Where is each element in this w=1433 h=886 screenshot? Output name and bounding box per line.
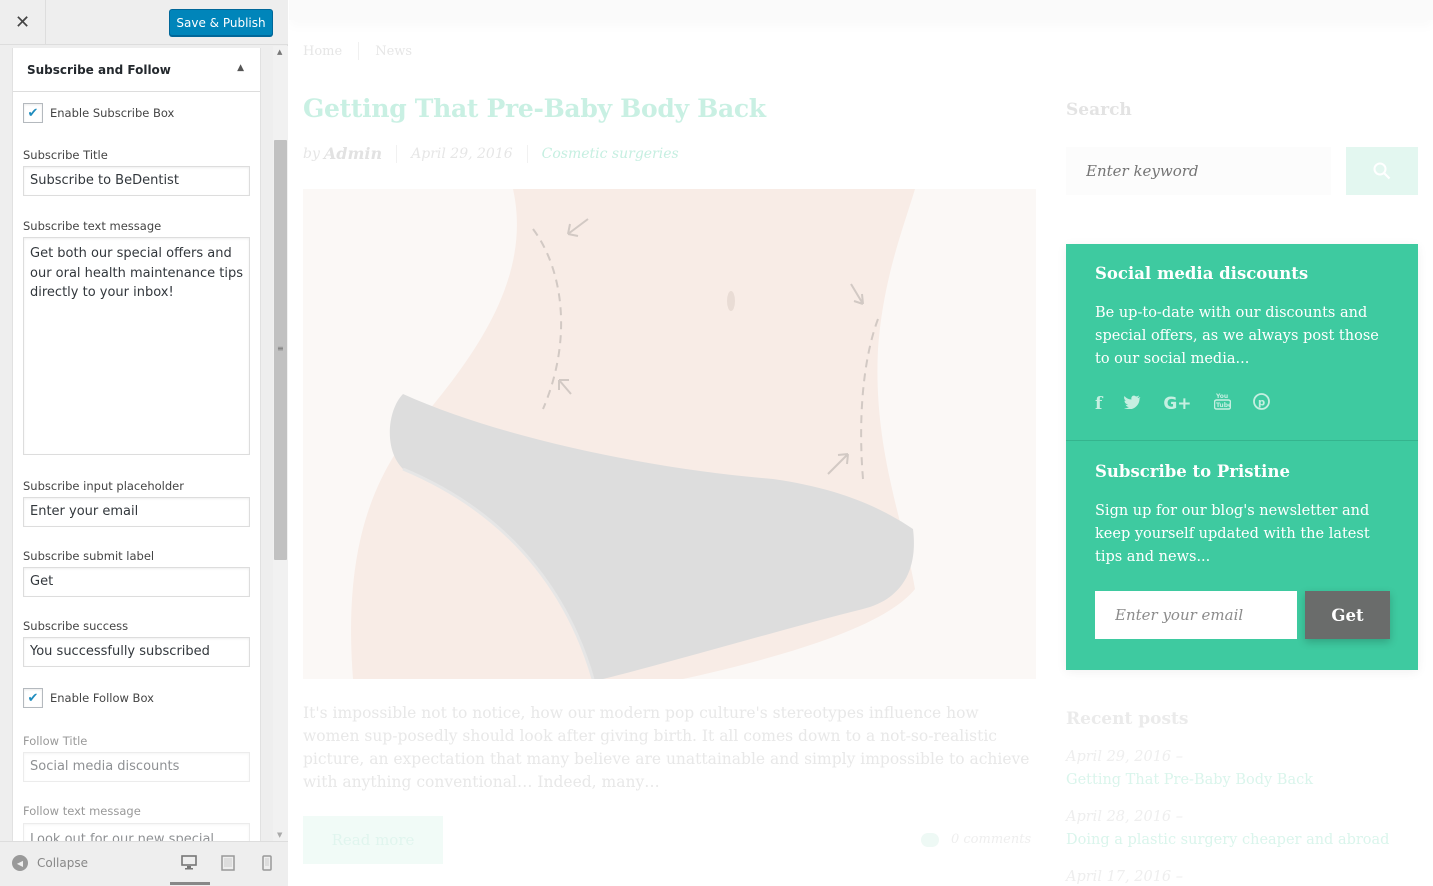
subscribe-get-button[interactable]: Get xyxy=(1305,591,1390,639)
svg-text:You: You xyxy=(1215,393,1228,400)
close-icon[interactable]: ✕ xyxy=(0,0,46,45)
collapse-arrow-icon: ◀ xyxy=(12,855,28,871)
follow-title-label: Follow Title xyxy=(23,734,88,748)
site-header-bar xyxy=(289,0,1433,20)
post-category[interactable]: Cosmetic surgeries xyxy=(542,146,679,162)
save-publish-button[interactable]: Save & Publish xyxy=(169,9,273,36)
breadcrumb-home[interactable]: Home xyxy=(303,44,342,59)
post-excerpt: It's impossible not to notice, how our m… xyxy=(303,704,1030,791)
subscribe-widget-text: Sign up for our blog's newsletter and ke… xyxy=(1095,503,1370,565)
follow-text-textarea[interactable]: Look out for our new special xyxy=(23,823,250,841)
recent-post-date: April 29, 2016 – xyxy=(1066,749,1183,765)
recent-post-item[interactable]: April 28, 2016 – Doing a plastic surgery… xyxy=(1066,806,1389,852)
post-meta: by Admin April 29, 2016 Cosmetic surgeri… xyxy=(303,144,679,163)
recent-post-link[interactable]: Doing a plastic surgery cheaper and abro… xyxy=(1066,829,1389,852)
subscribe-text-label: Subscribe text message xyxy=(23,219,162,233)
read-more-button[interactable]: Read more xyxy=(303,816,443,864)
subscribe-placeholder-label: Subscribe input placeholder xyxy=(23,479,184,493)
breadcrumb-divider xyxy=(358,42,360,60)
subscribe-success-input[interactable]: You successfully subscribed xyxy=(23,637,250,667)
enable-subscribe-label: Enable Subscribe Box xyxy=(50,106,175,120)
post-date: April 29, 2016 xyxy=(411,145,513,162)
subscribe-title-label: Subscribe Title xyxy=(23,148,108,162)
recent-post-item[interactable]: April 17, 2016 – xyxy=(1066,866,1183,886)
subscribe-placeholder-input[interactable]: Enter your email xyxy=(23,497,250,527)
recent-post-item[interactable]: April 29, 2016 – Getting That Pre-Baby B… xyxy=(1066,746,1313,792)
post-by-label: by xyxy=(303,145,320,162)
chevron-up-icon[interactable]: ▲ xyxy=(237,63,244,73)
subscribe-title-input[interactable]: Subscribe to BeDentist xyxy=(23,166,250,196)
scrollbar-thumb[interactable]: ≡ xyxy=(274,140,287,560)
customizer-footer: ◀ Collapse xyxy=(0,841,288,886)
subscribe-success-label: Subscribe success xyxy=(23,619,129,633)
mobile-icon[interactable] xyxy=(262,855,272,875)
scroll-down-arrow-icon[interactable]: ▼ xyxy=(277,831,282,839)
subscribe-text-textarea[interactable]: Get both our special offers and our oral… xyxy=(23,237,250,455)
search-icon xyxy=(1373,162,1391,180)
grip-icon: ≡ xyxy=(277,344,284,353)
customizer-controls: Subscribe and Follow ▲ ✔ Enable Subscrib… xyxy=(0,46,273,841)
recent-post-date: April 17, 2016 – xyxy=(1066,869,1183,885)
enable-subscribe-checkbox[interactable]: ✔ Enable Subscribe Box xyxy=(23,103,174,123)
facebook-icon[interactable]: f xyxy=(1095,394,1102,414)
torso-illustration xyxy=(351,189,915,679)
section-subscribe-follow: Subscribe and Follow ▲ ✔ Enable Subscrib… xyxy=(12,48,261,841)
subscribe-widget-title: Subscribe to Pristine xyxy=(1095,462,1290,481)
comments-count: 0 comments xyxy=(951,832,1032,847)
breadcrumb: Home News xyxy=(303,42,412,60)
scroll-up-arrow-icon[interactable]: ▲ xyxy=(277,48,282,56)
follow-title-input[interactable]: Social media discounts xyxy=(23,752,250,782)
twitter-icon[interactable] xyxy=(1124,394,1141,414)
search-widget-title: Search xyxy=(1066,100,1132,120)
post-title[interactable]: Getting That Pre-Baby Body Back xyxy=(303,94,766,123)
post-featured-image[interactable] xyxy=(303,189,1036,679)
customizer-scrollbar[interactable]: ▲ ≡ ▼ xyxy=(273,46,288,841)
svg-text:Tube: Tube xyxy=(1216,402,1231,409)
section-header[interactable]: Subscribe and Follow ▲ xyxy=(13,48,260,92)
google-plus-icon[interactable]: G+ xyxy=(1163,394,1191,414)
social-icons: f G+ You Tube p xyxy=(1095,392,1292,415)
tablet-icon[interactable] xyxy=(221,855,235,875)
collapse-button[interactable]: ◀ Collapse xyxy=(12,855,88,871)
meta-divider xyxy=(396,144,398,163)
search-button[interactable] xyxy=(1346,147,1418,195)
subscribe-submit-input[interactable]: Get xyxy=(23,567,250,597)
recent-post-link[interactable]: Getting That Pre-Baby Body Back xyxy=(1066,769,1313,792)
post-comments[interactable]: 0 comments xyxy=(921,832,1031,847)
post-author[interactable]: Admin xyxy=(324,144,382,163)
subscribe-follow-widget: Social media discounts Be up-to-date wit… xyxy=(1066,244,1418,670)
pinterest-icon[interactable]: p xyxy=(1252,392,1270,415)
customizer-panel: ✕ Save & Publish Subscribe and Follow ▲ … xyxy=(0,0,288,886)
search-input[interactable] xyxy=(1066,147,1331,195)
enable-follow-label: Enable Follow Box xyxy=(50,691,154,705)
collapse-label: Collapse xyxy=(37,856,88,870)
subscribe-email-input[interactable] xyxy=(1095,591,1297,639)
subscribe-submit-label: Subscribe submit label xyxy=(23,549,155,563)
active-device-indicator xyxy=(170,882,210,885)
recent-post-date: April 28, 2016 – xyxy=(1066,809,1183,825)
customizer-header: ✕ Save & Publish xyxy=(0,0,288,45)
site-preview: Home News Getting That Pre-Baby Body Bac… xyxy=(289,0,1433,886)
comment-bubble-icon xyxy=(921,832,939,847)
enable-follow-checkbox[interactable]: ✔ Enable Follow Box xyxy=(23,688,154,708)
section-title: Subscribe and Follow xyxy=(27,63,171,77)
follow-widget-text: Be up-to-date with our discounts and spe… xyxy=(1095,305,1379,367)
follow-widget-title: Social media discounts xyxy=(1095,264,1309,283)
svg-text:p: p xyxy=(1258,397,1265,408)
breadcrumb-news[interactable]: News xyxy=(375,44,412,59)
checkmark-icon[interactable]: ✔ xyxy=(23,688,43,708)
checkmark-icon[interactable]: ✔ xyxy=(23,103,43,123)
follow-text-label: Follow text message xyxy=(23,804,141,818)
youtube-icon[interactable]: You Tube xyxy=(1213,392,1232,415)
recent-posts-title: Recent posts xyxy=(1066,709,1189,729)
widget-divider xyxy=(1066,440,1418,441)
meta-divider xyxy=(526,144,528,163)
desktop-icon[interactable] xyxy=(181,855,197,874)
